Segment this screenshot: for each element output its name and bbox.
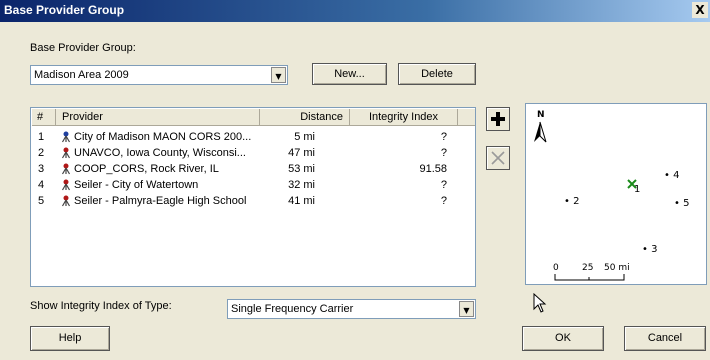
table-row[interactable]: 1 City of Madison MAON CORS 200... 5 mi … (31, 130, 475, 146)
scale-tick-label: 0 (553, 263, 559, 273)
chevron-down-icon[interactable]: ▼ (271, 67, 286, 83)
col-header-provider[interactable]: Provider (56, 109, 260, 126)
scale-bar (554, 274, 625, 281)
integrity-type-select[interactable]: Single Frequency Carrier ▼ (227, 299, 476, 319)
station-marker-label: 1 (634, 184, 641, 195)
table-row[interactable]: 3 COOP_CORS, Rock River, IL 53 mi 91.58 (31, 162, 475, 178)
station-marker-label: 2 (573, 196, 580, 207)
station-icon (61, 131, 71, 143)
integrity-type-value: Single Frequency Carrier (231, 303, 354, 315)
station-icon (61, 163, 71, 175)
chevron-down-icon[interactable]: ▼ (459, 301, 474, 317)
col-header-distance[interactable]: Distance (260, 109, 350, 126)
delete-button[interactable]: Delete (398, 63, 476, 85)
row-integrity: ? (440, 147, 447, 159)
row-number: 3 (38, 163, 45, 175)
row-integrity: ? (440, 195, 447, 207)
new-button[interactable]: New... (312, 63, 387, 85)
row-distance: 32 mi (288, 179, 315, 191)
scale-tick-label: 50 mi (604, 263, 630, 273)
row-provider: City of Madison MAON CORS 200... (74, 131, 252, 143)
add-provider-button[interactable] (486, 107, 510, 131)
window-title: Base Provider Group (4, 3, 125, 17)
plus-icon (491, 112, 505, 126)
ok-button[interactable]: OK (522, 326, 604, 351)
cancel-button[interactable]: Cancel (624, 326, 706, 351)
group-label: Base Provider Group: (30, 42, 136, 54)
station-marker[interactable]: • 4 (664, 170, 679, 181)
station-marker-label: 3 (651, 244, 658, 255)
station-marker-label: 4 (673, 170, 680, 181)
row-number: 5 (38, 195, 45, 207)
close-icon (491, 151, 505, 165)
row-distance: 41 mi (288, 195, 315, 207)
row-provider: COOP_CORS, Rock River, IL (74, 163, 219, 175)
row-provider: Seiler - Palmyra-Eagle High School (74, 195, 247, 207)
integrity-type-label: Show Integrity Index of Type: (30, 300, 172, 312)
row-provider: UNAVCO, Iowa County, Wisconsi... (74, 147, 246, 159)
help-button[interactable]: Help (30, 326, 110, 351)
remove-provider-button[interactable] (486, 146, 510, 170)
row-integrity: ? (440, 179, 447, 191)
station-marker[interactable]: • 5 (674, 198, 689, 209)
row-distance: 53 mi (288, 163, 315, 175)
map-panel[interactable]: N 1 • 2 • 3 • 4 • 5 0 25 50 mi (525, 103, 707, 285)
title-bar: Base Provider Group X (0, 0, 710, 22)
north-arrow-icon (534, 121, 547, 143)
row-distance: 47 mi (288, 147, 315, 159)
row-number: 1 (38, 131, 45, 143)
station-icon (61, 147, 71, 159)
scale-tick-label: 25 (582, 263, 594, 273)
table-row[interactable]: 5 Seiler - Palmyra-Eagle High School 41 … (31, 194, 475, 210)
row-integrity: ? (440, 131, 447, 143)
group-select[interactable]: Madison Area 2009 ▼ (30, 65, 288, 85)
col-header-integrity[interactable]: Integrity Index (350, 109, 458, 126)
row-number: 4 (38, 179, 45, 191)
row-provider: Seiler - City of Watertown (74, 179, 199, 191)
row-integrity: 91.58 (419, 163, 447, 175)
mouse-cursor-icon (533, 293, 547, 313)
col-header-number[interactable]: # (32, 109, 56, 126)
station-marker[interactable]: • 3 (642, 244, 657, 255)
station-icon (61, 179, 71, 191)
north-label: N (537, 110, 545, 120)
station-icon (61, 195, 71, 207)
col-header-filler (458, 109, 475, 126)
group-select-value: Madison Area 2009 (34, 69, 129, 81)
station-marker[interactable]: • 2 (564, 196, 579, 207)
provider-list[interactable]: # Provider Distance Integrity Index 1 Ci… (30, 107, 476, 287)
close-button[interactable]: X (692, 2, 708, 18)
table-row[interactable]: 2 UNAVCO, Iowa County, Wisconsi... 47 mi… (31, 146, 475, 162)
row-distance: 5 mi (294, 131, 315, 143)
table-row[interactable]: 4 Seiler - City of Watertown 32 mi ? (31, 178, 475, 194)
row-number: 2 (38, 147, 45, 159)
station-marker-label: 5 (683, 198, 690, 209)
